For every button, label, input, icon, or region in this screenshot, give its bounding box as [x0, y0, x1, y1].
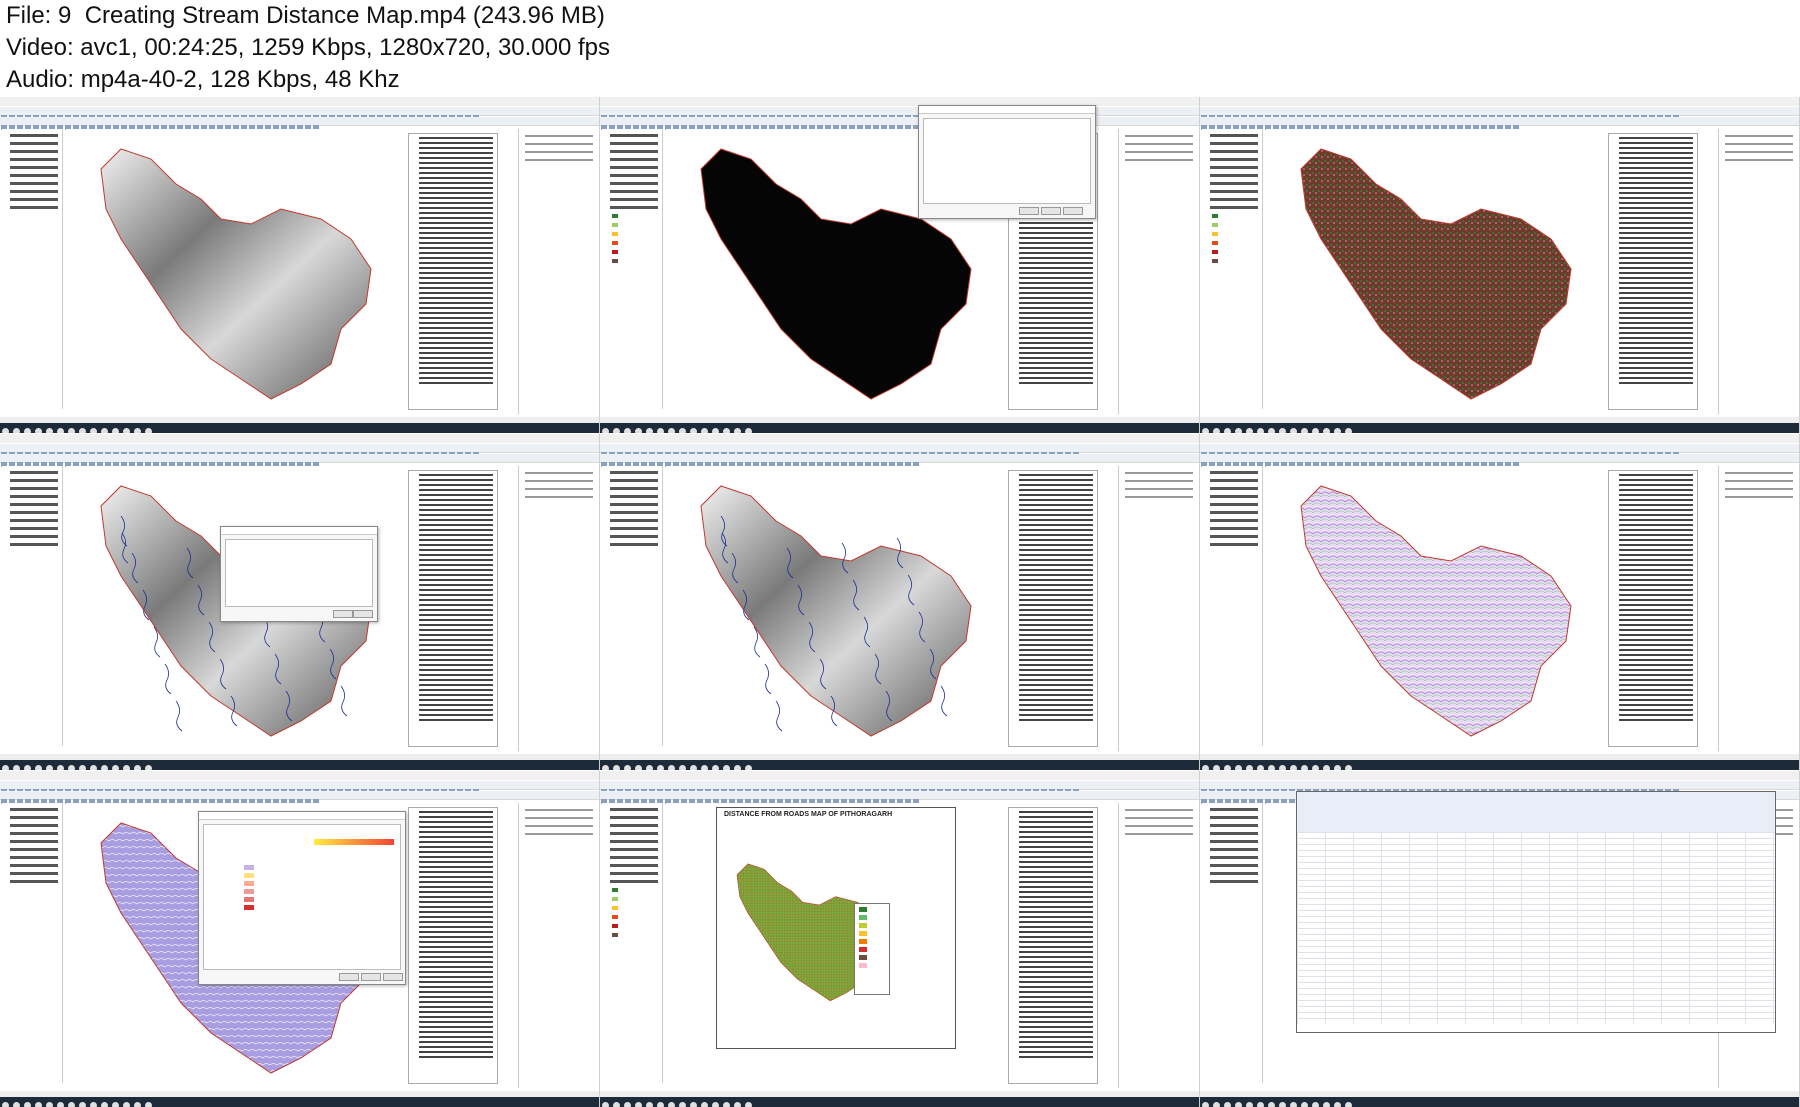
- map-raster: [100, 148, 372, 400]
- map-view: [1266, 129, 1606, 414]
- dialog-button[interactable]: [1063, 207, 1083, 215]
- dialog-button[interactable]: [339, 973, 359, 981]
- menu-bar: [0, 434, 599, 447]
- map-raster: [700, 485, 972, 737]
- map-legend: [854, 903, 890, 995]
- map-raster: [1300, 148, 1572, 400]
- windows-taskbar: [1200, 1097, 1799, 1107]
- map-raster: [1300, 485, 1572, 737]
- windows-taskbar: [0, 423, 599, 433]
- standard-toolbar: [0, 444, 599, 457]
- catalog-panel: [1118, 466, 1199, 751]
- menu-bar: [600, 97, 1199, 110]
- thumbnail-t7: [0, 771, 600, 1107]
- dialog-button[interactable]: [333, 610, 353, 618]
- thumbnail-t1: [0, 97, 600, 433]
- windows-taskbar: [0, 760, 599, 770]
- menu-bar: [0, 771, 599, 784]
- windows-taskbar: [600, 760, 1199, 770]
- menu-bar: [1200, 771, 1799, 784]
- table-of-contents: [602, 803, 663, 1083]
- table-of-contents: [2, 129, 63, 409]
- menu-bar: [1200, 434, 1799, 447]
- thumbnail-t2: [600, 97, 1200, 433]
- tools-toolbar: [0, 117, 599, 130]
- arctoolbox-panel: [1608, 470, 1698, 747]
- catalog-panel: [1718, 129, 1799, 414]
- video-info-line: Video: avc1, 00:24:25, 1259 Kbps, 1280x7…: [6, 34, 611, 61]
- menu-bar: [600, 771, 1199, 784]
- windows-taskbar: [1200, 423, 1799, 433]
- video-info-header: File: 9 Creating Stream Distance Map.mp4…: [6, 0, 906, 96]
- standard-toolbar: [600, 444, 1199, 457]
- dialog-button[interactable]: [1019, 207, 1039, 215]
- windows-taskbar: [0, 1097, 599, 1107]
- standard-toolbar: [0, 781, 599, 794]
- catalog-panel: [518, 129, 599, 414]
- table-of-contents: [1202, 129, 1263, 409]
- saving-data-dialog: [220, 526, 378, 622]
- tools-toolbar: [600, 117, 1199, 130]
- tools-toolbar: [600, 791, 1199, 804]
- table-of-contents: [602, 129, 663, 409]
- catalog-panel: [518, 466, 599, 751]
- table-of-contents: [602, 466, 663, 746]
- standard-toolbar: [1200, 107, 1799, 120]
- dialog-button[interactable]: [353, 610, 373, 618]
- map-view: [666, 466, 1006, 751]
- arctoolbox-panel: [408, 807, 498, 1084]
- thumbnail-t9: [1200, 771, 1800, 1107]
- audio-info-line: Audio: mp4a-40-2, 128 Kbps, 48 Khz: [6, 66, 400, 93]
- table-of-contents: [2, 803, 63, 1083]
- add-data-dialog: [918, 105, 1096, 219]
- thumbnail-t8: DISTANCE FROM ROADS MAP OF PITHORAGARH: [600, 771, 1200, 1107]
- arctoolbox-panel: [408, 470, 498, 747]
- arctoolbox-panel: [1008, 807, 1098, 1084]
- thumbnail-t4: [0, 434, 600, 770]
- thumbnail-grid: DISTANCE FROM ROADS MAP OF PITHORAGARH: [0, 97, 1800, 1107]
- excel-ribbon: [1297, 792, 1775, 833]
- tools-toolbar: [0, 791, 599, 804]
- file-info-line: File: 9 Creating Stream Distance Map.mp4…: [6, 2, 605, 29]
- tools-toolbar: [0, 454, 599, 467]
- windows-taskbar: [600, 423, 1199, 433]
- standard-toolbar: [1200, 444, 1799, 457]
- tools-toolbar: [1200, 117, 1799, 130]
- menu-bar: [0, 97, 599, 110]
- catalog-panel: [1718, 466, 1799, 751]
- arctoolbox-panel: [408, 133, 498, 410]
- windows-taskbar: [1200, 760, 1799, 770]
- dialog-button[interactable]: [383, 973, 403, 981]
- table-of-contents: [2, 466, 63, 746]
- layer-properties-dialog: [198, 811, 406, 985]
- excel-window: [1296, 791, 1776, 1033]
- thumbnail-t6: [1200, 434, 1800, 770]
- map-view: [1266, 466, 1606, 751]
- layout-map-title: DISTANCE FROM ROADS MAP OF PITHORAGARH: [724, 811, 893, 818]
- standard-toolbar: [600, 107, 1199, 120]
- menu-bar: [1200, 97, 1799, 110]
- catalog-panel: [1118, 803, 1199, 1088]
- standard-toolbar: [600, 781, 1199, 794]
- excel-sheet: [1297, 832, 1775, 1024]
- standard-toolbar: [1200, 781, 1799, 794]
- table-of-contents: [1202, 466, 1263, 746]
- standard-toolbar: [0, 107, 599, 120]
- catalog-panel: [518, 803, 599, 1088]
- map-view: [66, 129, 406, 414]
- dialog-button[interactable]: [1041, 207, 1061, 215]
- thumbnail-t3: [1200, 97, 1800, 433]
- tools-toolbar: [1200, 454, 1799, 467]
- arctoolbox-panel: [1008, 470, 1098, 747]
- dialog-button[interactable]: [361, 973, 381, 981]
- table-of-contents: [1202, 803, 1263, 1083]
- arctoolbox-panel: [1608, 133, 1698, 410]
- menu-bar: [600, 434, 1199, 447]
- catalog-panel: [1118, 129, 1199, 414]
- tools-toolbar: [600, 454, 1199, 467]
- thumbnail-t5: [600, 434, 1200, 770]
- windows-taskbar: [600, 1097, 1199, 1107]
